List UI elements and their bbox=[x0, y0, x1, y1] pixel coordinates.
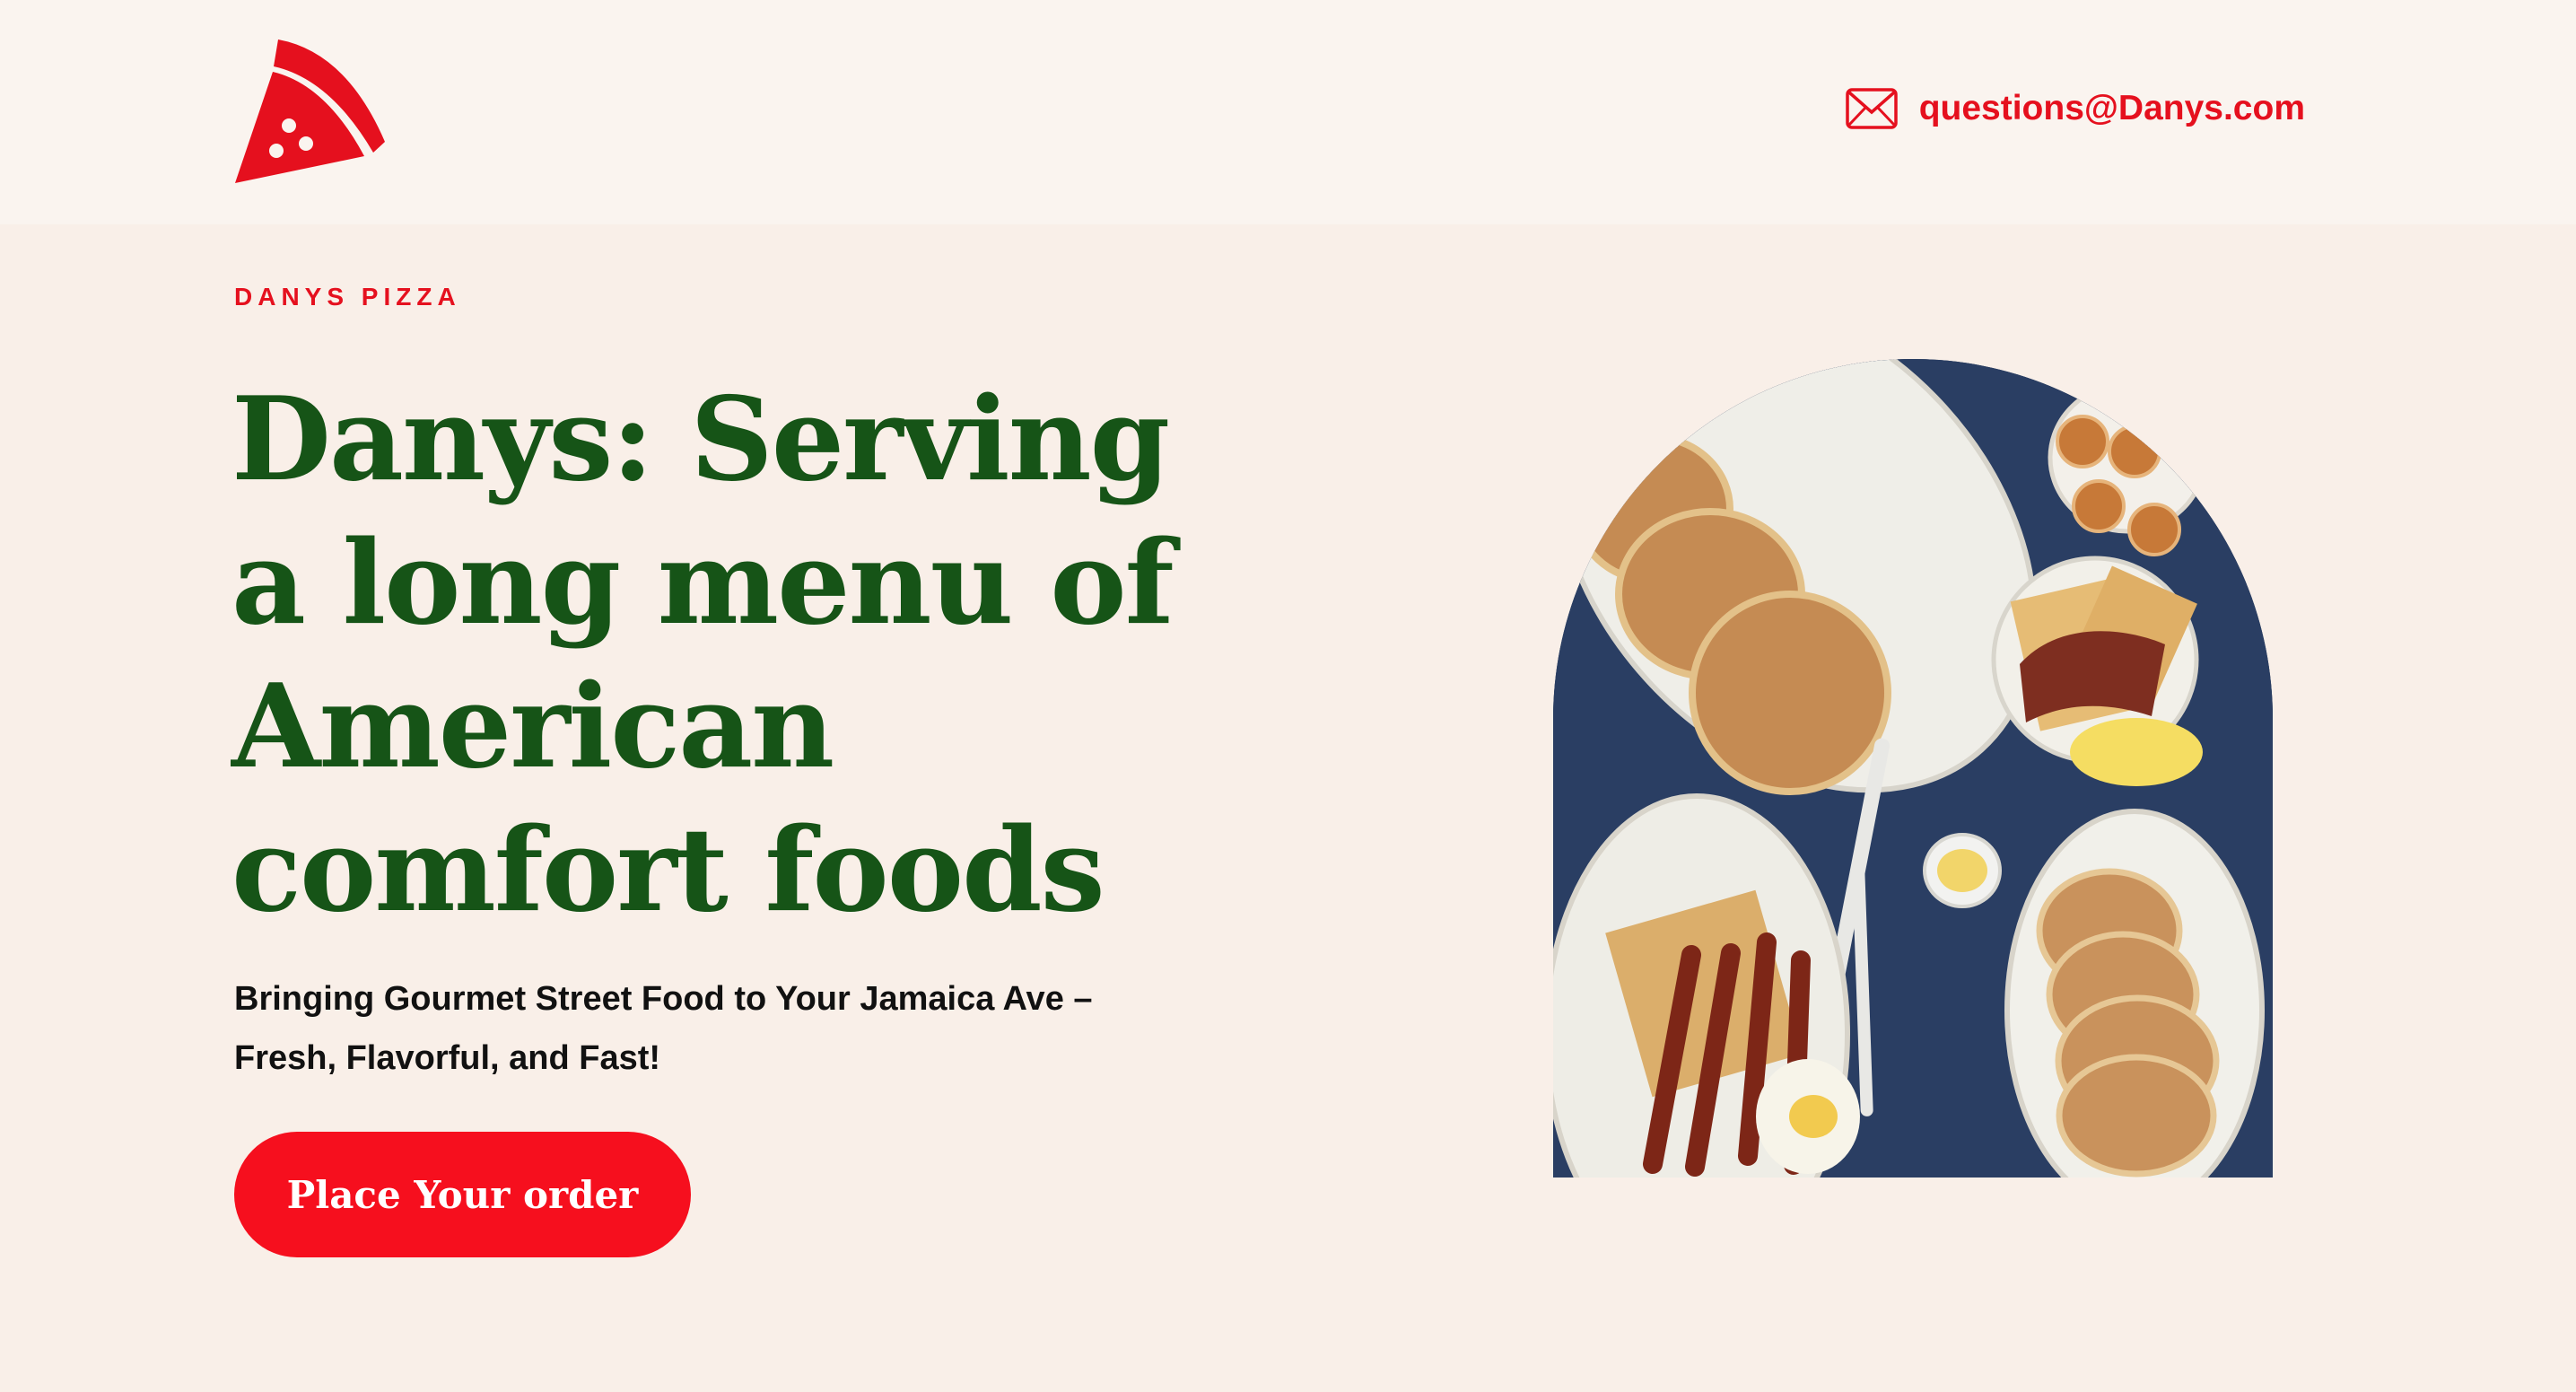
breakfast-plates-photo bbox=[1553, 359, 2273, 1178]
pizza-logo[interactable] bbox=[231, 36, 393, 185]
hero-section: DANYS PIZZA Danys: Serving a long menu o… bbox=[0, 224, 2576, 1392]
envelope-icon bbox=[1845, 88, 1898, 129]
hero-eyebrow: DANYS PIZZA bbox=[234, 283, 461, 311]
contact-email: questions@Danys.com bbox=[1918, 89, 2305, 127]
hero-subheading: Bringing Gourmet Street Food to Your Jam… bbox=[234, 980, 1093, 1077]
pizza-slice-icon bbox=[235, 39, 385, 183]
place-order-button[interactable]: Place Your order bbox=[234, 1132, 691, 1257]
site-header: questions@Danys.com bbox=[0, 0, 2576, 224]
contact-email-link[interactable]: questions@Danys.com bbox=[1845, 86, 2305, 131]
hero-headline: Danys: Serving a long menu of American c… bbox=[231, 372, 1174, 938]
